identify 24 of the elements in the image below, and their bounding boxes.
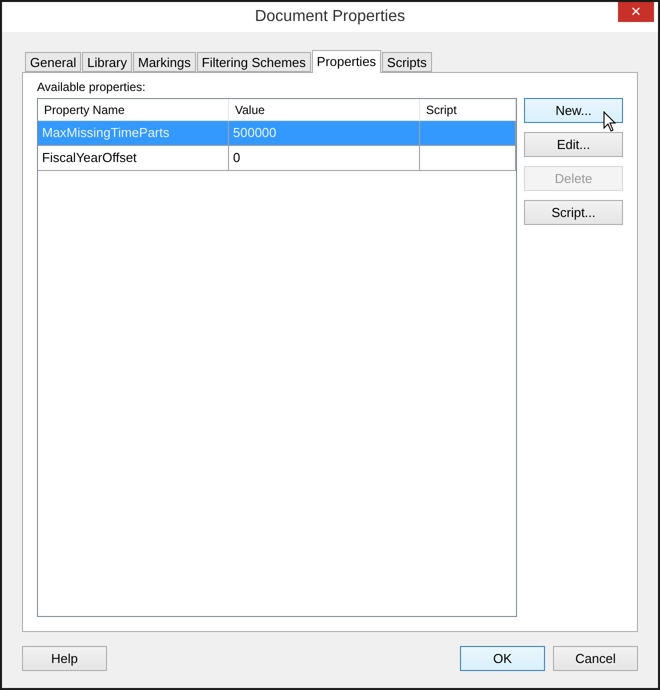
tab[interactable]: General (25, 52, 82, 72)
tab[interactable]: Library (82, 52, 132, 72)
column-header[interactable]: Script (420, 99, 516, 120)
dialog-button[interactable]: Script... (524, 200, 623, 225)
dialog-button[interactable]: Edit... (524, 132, 623, 157)
tab[interactable]: Properties (312, 50, 382, 73)
list-label: Available properties: (37, 79, 147, 96)
dialog-button[interactable]: Cancel (553, 646, 638, 671)
dialog-button[interactable]: Help (22, 646, 107, 671)
table-row[interactable]: FiscalYearOffset 0 (38, 146, 516, 171)
dialog-button[interactable]: OK (460, 646, 545, 671)
window-title: Document Properties (254, 7, 406, 27)
tab[interactable]: Filtering Schemes (196, 52, 311, 72)
table-cell: 0 (229, 146, 420, 170)
tab[interactable]: Scripts (382, 52, 432, 72)
table-cell: 500000 (229, 121, 420, 145)
column-header[interactable]: Property Name (38, 99, 229, 120)
table-cell: FiscalYearOffset (38, 146, 229, 170)
column-header[interactable]: Value (229, 99, 420, 120)
tab[interactable]: Markings (133, 52, 196, 72)
dialog-button[interactable]: New... (524, 98, 623, 123)
close-button[interactable]: ✕ (618, 2, 654, 22)
cursor-icon (603, 111, 617, 133)
table-cell: MaxMissingTimeParts (38, 121, 229, 145)
